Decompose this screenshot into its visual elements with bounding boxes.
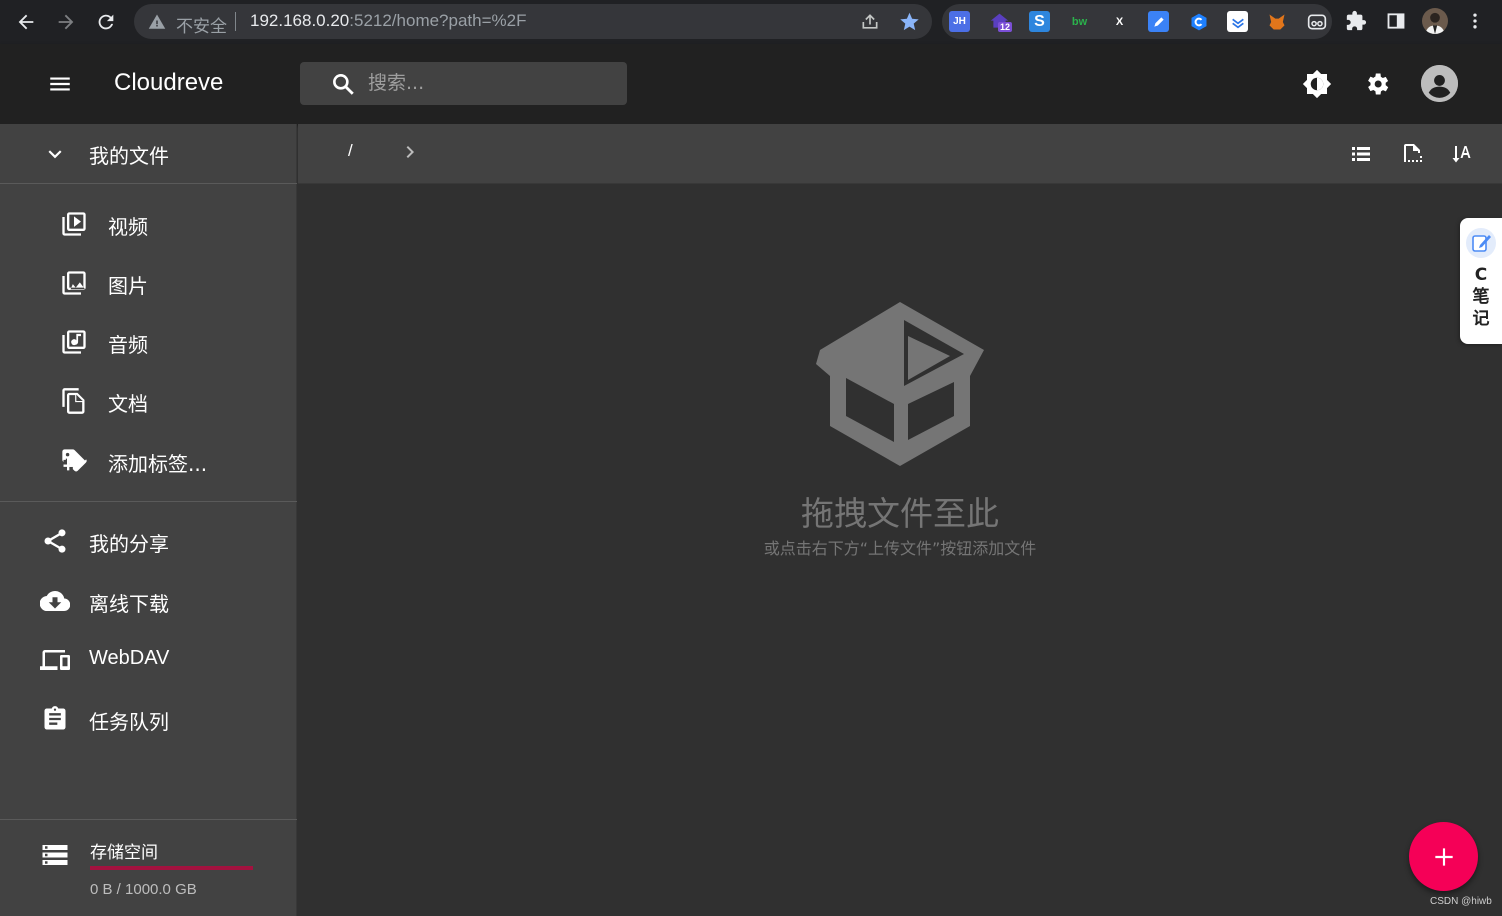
sidebar-item-label: 添加标签... — [108, 452, 208, 476]
sidebar-item-documents[interactable]: 文档 — [0, 374, 297, 428]
sidebar-item-label: 任务队列 — [89, 710, 169, 734]
file-copy-icon — [59, 386, 89, 416]
theme-toggle-icon[interactable] — [1297, 64, 1337, 104]
extension-fox-icon[interactable] — [1266, 11, 1287, 32]
sidebar-divider — [0, 183, 297, 184]
url-text[interactable]: 192.168.0.20:5212/home?path=%2F — [250, 11, 526, 31]
forward-icon[interactable] — [52, 8, 80, 36]
url-path: :5212/home?path=%2F — [349, 11, 527, 30]
reload-icon[interactable] — [92, 8, 120, 36]
video-library-icon — [59, 209, 89, 239]
sidebar-item-audio[interactable]: 音频 — [0, 315, 297, 369]
photo-library-icon — [59, 268, 89, 298]
extension-x-icon[interactable]: X — [1109, 11, 1130, 32]
browser-chrome: 不安全 192.168.0.20:5212/home?path=%2F JH 1… — [0, 0, 1502, 44]
file-toolbar: / — [298, 124, 1502, 184]
app-bar: Cloudreve — [0, 44, 1502, 124]
assignment-icon — [40, 704, 70, 734]
breadcrumb-root[interactable]: / — [348, 141, 353, 161]
extension-house-icon[interactable]: 12 — [989, 11, 1013, 32]
warning-icon[interactable] — [148, 13, 166, 31]
sidebar-item-label: WebDAV — [89, 647, 170, 669]
c-notes-widget[interactable]: C 笔 记 — [1460, 218, 1502, 344]
extension-s-icon[interactable]: S — [1029, 11, 1050, 32]
devices-icon — [40, 645, 70, 675]
page-size-icon[interactable] — [1398, 140, 1426, 168]
search-input[interactable] — [368, 68, 618, 98]
sidebar-my-files[interactable]: 我的文件 — [0, 124, 297, 184]
browser-menu-icon[interactable] — [1462, 8, 1488, 34]
storage-progress-bar — [90, 866, 253, 870]
watermark: CSDN @hiwb — [1430, 896, 1492, 907]
back-icon[interactable] — [12, 8, 40, 36]
list-view-icon[interactable] — [1347, 140, 1375, 168]
bookmark-star-icon[interactable] — [899, 11, 920, 32]
empty-state-title: 拖拽文件至此 — [801, 494, 999, 533]
search-box[interactable] — [300, 62, 627, 105]
sidebar-item-images[interactable]: 图片 — [0, 256, 297, 310]
extension-pen-icon[interactable] — [1148, 11, 1169, 32]
sidebar-item-label: 我的分享 — [89, 532, 169, 556]
share-page-icon[interactable] — [860, 12, 880, 32]
sidebar-item-task-queue[interactable]: 任务队列 — [0, 692, 297, 746]
sidebar-item-video[interactable]: 视频 — [0, 197, 297, 251]
extension-jh-icon[interactable]: JH — [949, 11, 970, 32]
extension-glasses-icon[interactable] — [1306, 11, 1327, 32]
sidebar-item-label: 文档 — [108, 392, 148, 416]
security-label[interactable]: 不安全 — [176, 12, 227, 37]
sort-by-alpha-icon[interactable] — [1448, 140, 1476, 168]
sidebar-item-label: 离线下载 — [89, 592, 169, 616]
add-tag-icon — [59, 446, 89, 476]
user-avatar-icon[interactable] — [1421, 65, 1458, 102]
sidebar-item-label: 图片 — [108, 274, 148, 298]
c-notes-label: C 笔 记 — [1472, 265, 1490, 329]
sidebar-item-add-tag[interactable]: 添加标签... — [0, 434, 297, 488]
menu-icon[interactable] — [40, 64, 80, 104]
music-library-icon — [59, 327, 89, 357]
unarchive-box-icon — [816, 302, 984, 466]
chevron-down-icon[interactable] — [40, 139, 70, 169]
extension-bw-icon[interactable]: bw — [1069, 11, 1090, 32]
plus-icon — [1434, 847, 1453, 866]
sidebar: 我的文件 视频 图片 音频 文档 添加标签... 我的分享 离线下载 WebDA… — [0, 124, 297, 916]
add-fab-button[interactable] — [1409, 822, 1478, 891]
address-separator — [235, 12, 236, 31]
extensions-bar: JH 12 S bw X — [942, 4, 1332, 39]
settings-gear-icon[interactable] — [1357, 64, 1397, 104]
sidebar-divider — [0, 501, 297, 502]
sidebar-item-my-shares[interactable]: 我的分享 — [0, 514, 297, 568]
sidebar-divider — [0, 819, 297, 820]
profile-avatar[interactable] — [1422, 8, 1448, 34]
sidebar-item-label: 音频 — [108, 333, 148, 357]
sidebar-item-offline-download[interactable]: 离线下载 — [0, 574, 297, 628]
chevron-right-icon[interactable] — [398, 140, 422, 164]
sidebar-my-files-label: 我的文件 — [89, 144, 169, 168]
extension-c-icon[interactable] — [1188, 11, 1209, 32]
address-bar[interactable]: 不安全 192.168.0.20:5212/home?path=%2F — [134, 4, 932, 39]
storage-usage: 0 B / 1000.0 GB — [90, 881, 197, 898]
storage-title: 存储空间 — [90, 843, 158, 863]
sidebar-item-webdav[interactable]: WebDAV — [0, 633, 297, 687]
app-title[interactable]: Cloudreve — [114, 69, 223, 97]
search-icon — [333, 74, 354, 95]
side-panel-icon[interactable] — [1383, 8, 1409, 34]
url-host: 192.168.0.20 — [250, 11, 350, 30]
extensions-puzzle-icon[interactable] — [1343, 8, 1369, 34]
share-icon — [40, 526, 70, 556]
sidebar-item-label: 视频 — [108, 215, 148, 239]
empty-state-subtitle: 或点击右下方“上传文件”按钮添加文件 — [763, 539, 1037, 558]
cloud-download-icon — [40, 586, 70, 616]
extension-badge: 12 — [998, 22, 1013, 32]
storage-icon — [40, 840, 70, 870]
extension-check-icon[interactable] — [1227, 11, 1248, 32]
notes-pen-icon — [1466, 228, 1496, 258]
